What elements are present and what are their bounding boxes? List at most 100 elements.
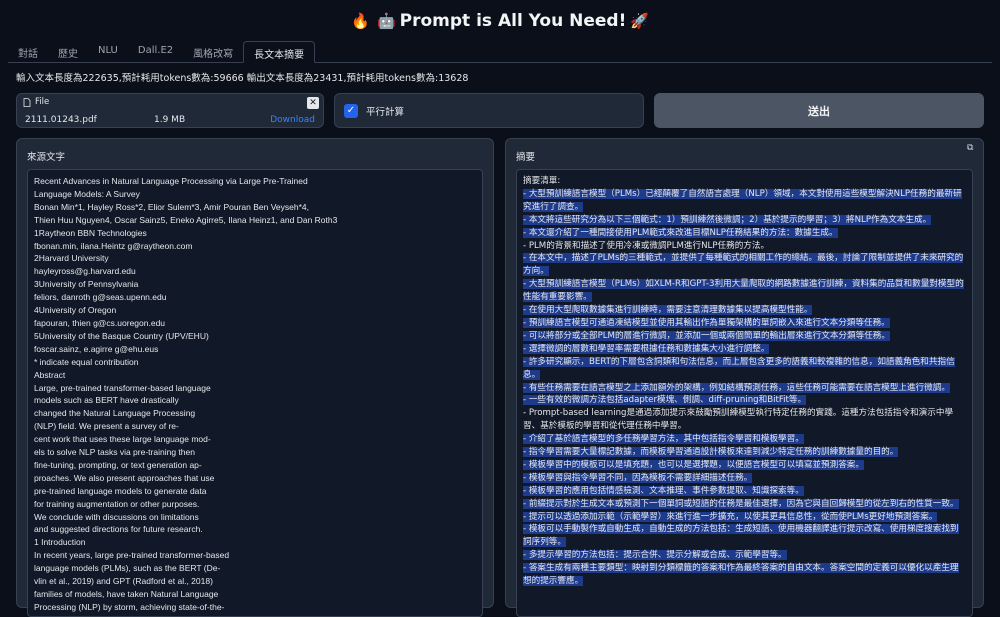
summary-line-text: - 許多研究顯示，BERT的下層包含詞類和句法信息，而上層包含更多的語義和較複雜… [523, 356, 955, 380]
summary-line: - 指令學習需要大量標記數據，而模板學習通過設計模板來達到減少特定任務的訓練數據… [523, 446, 966, 459]
summary-line-text: - 可以將部分或全部PLM的層進行微調，並添加一個或兩個簡單的輸出層來進行文本分… [523, 330, 890, 341]
source-text: Recent Advances in Natural Language Proc… [28, 170, 482, 616]
summary-line-text: - 前綴提示對於生成文本或預測下一個單詞或短語的任務是最佳選擇，因為它與自回歸模… [523, 498, 959, 509]
summary-line: - 前綴提示對於生成文本或預測下一個單詞或短語的任務是最佳選擇，因為它與自回歸模… [523, 498, 966, 511]
source-line: pre-trained language models to generate … [34, 485, 207, 496]
summary-line-text: - 在本文中，描述了PLMs的三種範式，並提供了每種範式的相關工作的總結。最後，… [523, 253, 964, 277]
rocket-icon: 🚀 [630, 12, 649, 30]
summary-line: - 大型預訓練語言模型（PLMs）已經顛覆了自然語言處理（NLP）領域，本文對使… [523, 188, 966, 214]
summary-line: - 模板可以手動製作或自動生成，自動生成的方法包括：生成短語、使用機器翻譯進行提… [523, 523, 966, 549]
summary-line-text: - 大型預訓練語言模型（PLMs）已經顛覆了自然語言處理（NLP）領域，本文對使… [523, 188, 962, 212]
summary-textarea[interactable]: 摘要清單: - 大型預訓練語言模型（PLMs）已經顛覆了自然語言處理（NLP）領… [516, 169, 973, 617]
summary-line-text: - 指令學習需要大量標記數據，而模板學習通過設計模板來達到減少特定任務的訓練數據… [523, 447, 899, 458]
summary-line: - 在本文中，描述了PLMs的三種範式，並提供了每種範式的相關工作的總結。最後，… [523, 252, 966, 278]
copy-icon[interactable]: ⧉ [967, 143, 977, 153]
source-line: vlin et al., 2019) and GPT (Radford et a… [34, 576, 213, 587]
token-stats: 輸入文本長度為222635,預計耗用tokens數為:59666 輸出文本長度為… [16, 73, 469, 84]
summary-line: - 本文將這些研究分為以下三個範式：1）預訓練然後微調；2）基於提示的學習；3）… [523, 214, 966, 227]
summary-line-text: - 答案生成有兩種主要類型：映射到分類標籤的答案和作為最終答案的自由文本。答案空… [523, 563, 959, 587]
summary-line: - 答案生成有兩種主要類型：映射到分類標籤的答案和作為最終答案的自由文本。答案空… [523, 562, 966, 588]
source-line: Abstract [34, 369, 66, 380]
source-line: Thien Huu Nguyen4, Oscar Sainz5, Eneko A… [34, 214, 338, 225]
source-line: cent work that uses these large language… [34, 434, 211, 445]
summary-line-text: - 提示可以透過添加示範（示範學習）來進行進一步擴充，以使其更具信息性，從而使P… [523, 511, 938, 522]
summary-line-text: - 選擇微調的層數和學習率需要根據任務和數據集大小進行調整。 [523, 343, 770, 354]
source-line: 4University of Oregon [34, 305, 117, 316]
summary-line: - 多提示學習的方法包括：提示合併、提示分解或合成、示範學習等。 [523, 549, 966, 562]
summary-line: - 模板學習中的模板可以是填充題，也可以是選擇題，以便語言模型可以填寫並預測答案… [523, 459, 966, 472]
tab-long-text-summary[interactable]: 長文本摘要 [243, 41, 316, 63]
summary-line-text: - 預訓練語言模型可通過凍結模型並使用其輸出作為單獨架構的單詞嵌入來進行文本分類… [523, 317, 890, 328]
source-line: Recent Advances in Natural Language Proc… [34, 176, 308, 186]
file-size: 1.9 MB [154, 115, 186, 125]
file-label: File [19, 96, 53, 108]
tab-nlu[interactable]: NLU [88, 41, 128, 62]
summary-line-text: - 在使用大型爬取數據集進行訓練時，需要注意清理數據集以提高模型性能。 [523, 305, 813, 316]
summary-line: - Prompt-based learning是通過添加提示來鼓勵預訓練模型執行… [523, 407, 966, 433]
summary-line-text: - 模板可以手動製作或自動生成，自動生成的方法包括：生成短語、使用機器翻譯進行提… [523, 524, 959, 548]
tab-style-rewrite[interactable]: 風格改寫 [183, 41, 243, 62]
summary-line: - 本文還介紹了一種間接使用PLM範式來改進目標NLP任務結果的方法：數據生成。 [523, 227, 966, 240]
close-icon[interactable]: ✕ [307, 97, 319, 109]
source-line: In recent years, large pre-trained trans… [34, 550, 230, 561]
summary-line: - 提示可以透過添加示範（示範學習）來進行進一步擴充，以使其更具信息性，從而使P… [523, 511, 966, 524]
summary-label: 摘要 [516, 152, 536, 163]
fire-icon: 🔥 [351, 12, 370, 30]
parallel-compute-option[interactable]: ✓ 平行計算 [334, 93, 644, 128]
summary-line: - 可以將部分或全部PLM的層進行微調，並添加一個或兩個簡單的輸出層來進行文本分… [523, 330, 966, 343]
summary-line-text: - 一些有效的微調方法包括adapter模塊、側調、diff-pruning和B… [523, 395, 807, 406]
source-line: changed the Natural Language Processing [34, 408, 196, 419]
summary-line: - 有些任務需要在語言模型之上添加額外的架構，例如結構預測任務，這些任務可能需要… [523, 382, 966, 395]
summary-text: 摘要清單: - 大型預訓練語言模型（PLMs）已經顛覆了自然語言處理（NLP）領… [517, 170, 972, 593]
summary-line: - 介紹了基於語言模型的多任務學習方法，其中包括指令學習和模板學習。 [523, 433, 966, 446]
source-line: Large, pre-trained transformer-based lan… [34, 382, 211, 393]
source-line: 2Harvard University [34, 253, 109, 264]
submit-button[interactable]: 送出 [654, 93, 984, 128]
checkbox-checked-icon[interactable]: ✓ [344, 103, 358, 118]
summary-line: - 模板學習與指令學習不同，因為模板不需要詳細描述任務。 [523, 472, 966, 485]
source-line: fine-tuning, prompting, or text generati… [34, 459, 202, 470]
app-title-row: 🔥 🤖 Prompt is All You Need! 🚀 [0, 0, 1000, 40]
summary-line: - PLM的背景和描述了使用冷凍或微調PLM進行NLP任務的方法。 [523, 240, 966, 253]
source-line: proaches. We also present approaches tha… [34, 472, 215, 483]
summary-line-text: - 介紹了基於語言模型的多任務學習方法，其中包括指令學習和模板學習。 [523, 434, 804, 445]
summary-line-text: - 本文還介紹了一種間接使用PLM範式來改進目標NLP任務結果的方法：數據生成。 [523, 227, 838, 238]
tab-chat[interactable]: 對話 [8, 41, 48, 62]
source-line: 1 Introduction [34, 537, 86, 548]
source-textarea[interactable]: Recent Advances in Natural Language Proc… [27, 169, 483, 617]
source-line: foscar.sainz, e.agirre g@ehu.eus [34, 343, 159, 354]
summary-line-text: - 本文將這些研究分為以下三個範式：1）預訓練然後微調；2）基於提示的學習；3）… [523, 214, 932, 225]
summary-line-text: - 模板學習的應用包括情感檢測、文本推理、事件參數提取、知識探索等。 [523, 485, 804, 496]
source-line: 3University of Pennsylvania [34, 279, 139, 290]
source-line: fbonan.min, ilana.Heintz g@raytheon.com [34, 240, 193, 251]
file-label-text: File [35, 97, 50, 107]
source-line: models such as BERT have drastically [34, 395, 179, 406]
summary-line: - 大型預訓練語言模型（PLMs）如XLM-R和GPT-3利用大量爬取的網路數據… [523, 278, 966, 304]
summary-panel: 摘要 ⧉ 摘要清單: - 大型預訓練語言模型（PLMs）已經顛覆了自然語言處理（… [505, 138, 984, 617]
source-line: We conclude with discussions on limitati… [34, 511, 199, 522]
summary-line-text: - Prompt-based learning是通過添加提示來鼓勵預訓練模型執行… [523, 408, 954, 432]
source-line: language models (PLMs), such as the BERT… [34, 563, 221, 574]
tab-bar: 對話 歷史 NLU Dall.E2 風格改寫 長文本摘要 [8, 41, 992, 63]
summary-line-text: - 多提示學習的方法包括：提示合併、提示分解或合成、示範學習等。 [523, 550, 787, 561]
file-upload[interactable]: File ✕ 2111.01243.pdf 1.9 MB Download [16, 93, 324, 128]
source-line: feliors, danroth g@seas.upenn.edu [34, 292, 167, 303]
summary-line: - 一些有效的微調方法包括adapter模塊、側調、diff-pruning和B… [523, 394, 966, 407]
download-link[interactable]: Download [270, 115, 315, 125]
robot-icon: 🤖 [377, 12, 396, 30]
source-line: 5University of the Basque Country (UPV/E… [34, 330, 209, 341]
source-line: fapouran, thien g@cs.uoregon.edu [34, 317, 166, 328]
tab-dalle2[interactable]: Dall.E2 [128, 41, 183, 62]
file-icon [23, 97, 31, 107]
source-panel: 來源文字 Recent Advances in Natural Language… [16, 138, 494, 617]
tab-history[interactable]: 歷史 [48, 41, 88, 62]
summary-line: - 選擇微調的層數和學習率需要根據任務和數據集大小進行調整。 [523, 343, 966, 356]
summary-heading: 摘要清單: [523, 176, 561, 186]
source-line: hayleyross@g.harvard.edu [34, 266, 136, 277]
source-line: Bonan Min*1, Hayley Ross*2, Elior Sulem*… [34, 201, 309, 212]
summary-line-text: - 模板學習與指令學習不同，因為模板不需要詳細描述任務。 [523, 472, 753, 483]
summary-line: - 模板學習的應用包括情感檢測、文本推理、事件參數提取、知識探索等。 [523, 485, 966, 498]
source-line: * indicate equal contribution [34, 356, 139, 367]
summary-line-text: - 模板學習中的模板可以是填充題，也可以是選擇題，以便語言模型可以填寫並預測答案… [523, 459, 864, 470]
source-line: families of models, have taken Natural L… [34, 589, 219, 599]
